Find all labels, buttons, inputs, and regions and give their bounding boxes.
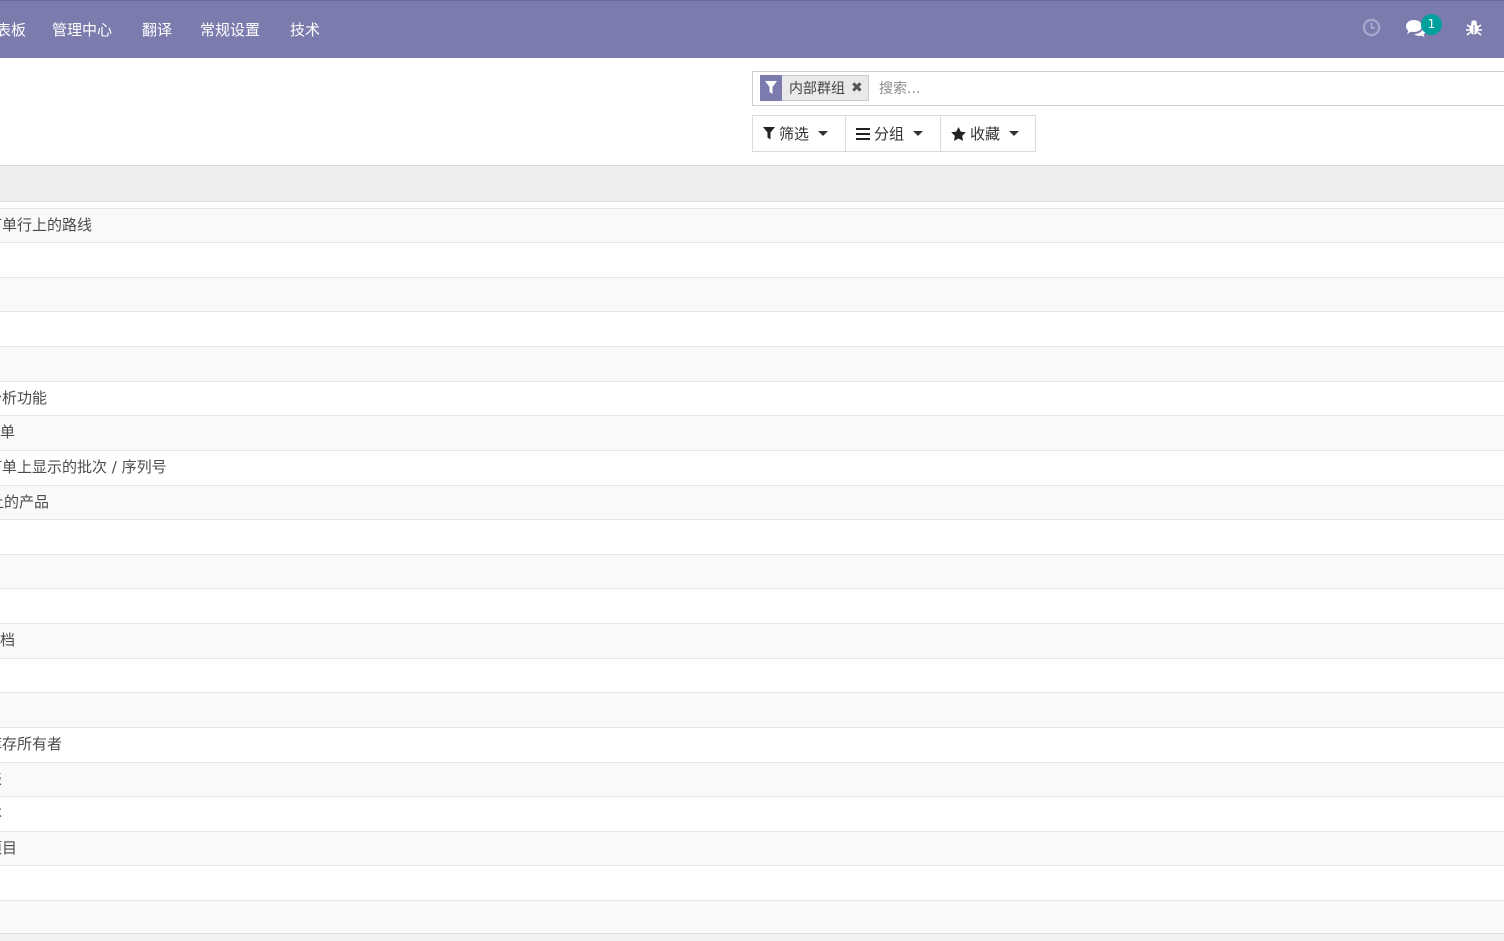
row-name: 文档 bbox=[0, 631, 16, 649]
table-row[interactable] bbox=[0, 242, 1504, 277]
groupby-label: 分组 bbox=[874, 125, 905, 143]
filter-icon bbox=[763, 127, 775, 140]
row-name: 上的产品 bbox=[0, 493, 50, 511]
row-name: 表 bbox=[0, 763, 2, 796]
row-name: 订单上显示的批次 / 序列号 bbox=[0, 458, 167, 476]
facet-remove-icon[interactable]: ✖ bbox=[851, 80, 868, 96]
table-row[interactable]: 项目 bbox=[0, 831, 1504, 866]
filter-label: 筛选 bbox=[779, 125, 810, 143]
menu-general-settings[interactable]: 常规设置 bbox=[200, 1, 260, 59]
favorites-label: 收藏 bbox=[970, 125, 1001, 143]
table-row[interactable] bbox=[0, 346, 1504, 381]
control-panel: 内部群组 ✖ 筛选 分组 收藏 bbox=[0, 58, 1504, 165]
chevron-down-icon bbox=[913, 131, 924, 136]
star-icon bbox=[951, 126, 966, 141]
table-row[interactable]: 表 bbox=[0, 762, 1504, 797]
row-name: 订单行上的路线 bbox=[0, 216, 93, 234]
menu-dashboard[interactable]: 仪表板 bbox=[0, 1, 26, 59]
row-name: 项目 bbox=[0, 839, 18, 857]
bug-icon[interactable] bbox=[1466, 18, 1486, 40]
filter-icon bbox=[760, 74, 782, 101]
menu-translations[interactable]: 翻译 bbox=[142, 1, 172, 59]
list-icon bbox=[856, 127, 870, 140]
table-row[interactable] bbox=[0, 865, 1504, 900]
table-row[interactable]: 上的产品 bbox=[0, 485, 1504, 520]
row-name: 分析功能 bbox=[0, 389, 48, 407]
table-row[interactable] bbox=[0, 311, 1504, 346]
row-name: 库存所有者 bbox=[0, 735, 63, 753]
table-row[interactable]: 订单行上的路线 bbox=[0, 208, 1504, 243]
table-row[interactable]: 分析功能 bbox=[0, 381, 1504, 416]
table-row[interactable]: 库存所有者 bbox=[0, 727, 1504, 762]
search-options: 筛选 分组 收藏 bbox=[752, 115, 1036, 152]
groupby-dropdown-button[interactable]: 分组 bbox=[845, 115, 941, 152]
table-row[interactable]: 本 bbox=[0, 796, 1504, 831]
chevron-down-icon bbox=[818, 131, 829, 136]
search-input[interactable] bbox=[879, 75, 1479, 102]
facet-label: 内部群组 bbox=[789, 81, 845, 97]
search-box[interactable]: 内部群组 ✖ bbox=[752, 71, 1504, 106]
table-row[interactable] bbox=[0, 519, 1504, 554]
table-row[interactable] bbox=[0, 277, 1504, 312]
table-row[interactable]: 多单 bbox=[0, 415, 1504, 450]
chevron-down-icon bbox=[1009, 131, 1020, 136]
table-row[interactable] bbox=[0, 588, 1504, 623]
filter-dropdown-button[interactable]: 筛选 bbox=[752, 115, 846, 152]
row-name: 本 bbox=[0, 797, 2, 830]
list-header bbox=[0, 165, 1504, 202]
message-count-badge: 1 bbox=[1421, 14, 1442, 35]
table-row[interactable] bbox=[0, 900, 1504, 935]
menu-technical[interactable]: 技术 bbox=[290, 1, 320, 59]
favorites-dropdown-button[interactable]: 收藏 bbox=[940, 115, 1036, 152]
table-row[interactable] bbox=[0, 554, 1504, 589]
row-name: 多单 bbox=[0, 423, 16, 441]
table-row[interactable] bbox=[0, 658, 1504, 693]
table-row[interactable]: 文档 bbox=[0, 623, 1504, 658]
table-row[interactable]: 订单上显示的批次 / 序列号 bbox=[0, 450, 1504, 485]
clock-icon[interactable] bbox=[1362, 18, 1382, 40]
menu-admin-center[interactable]: 管理中心 bbox=[52, 1, 112, 59]
search-facet: 内部群组 ✖ bbox=[760, 74, 869, 101]
table-row[interactable] bbox=[0, 692, 1504, 727]
top-navbar: 仪表板 管理中心 翻译 常规设置 技术 1 bbox=[0, 0, 1504, 58]
